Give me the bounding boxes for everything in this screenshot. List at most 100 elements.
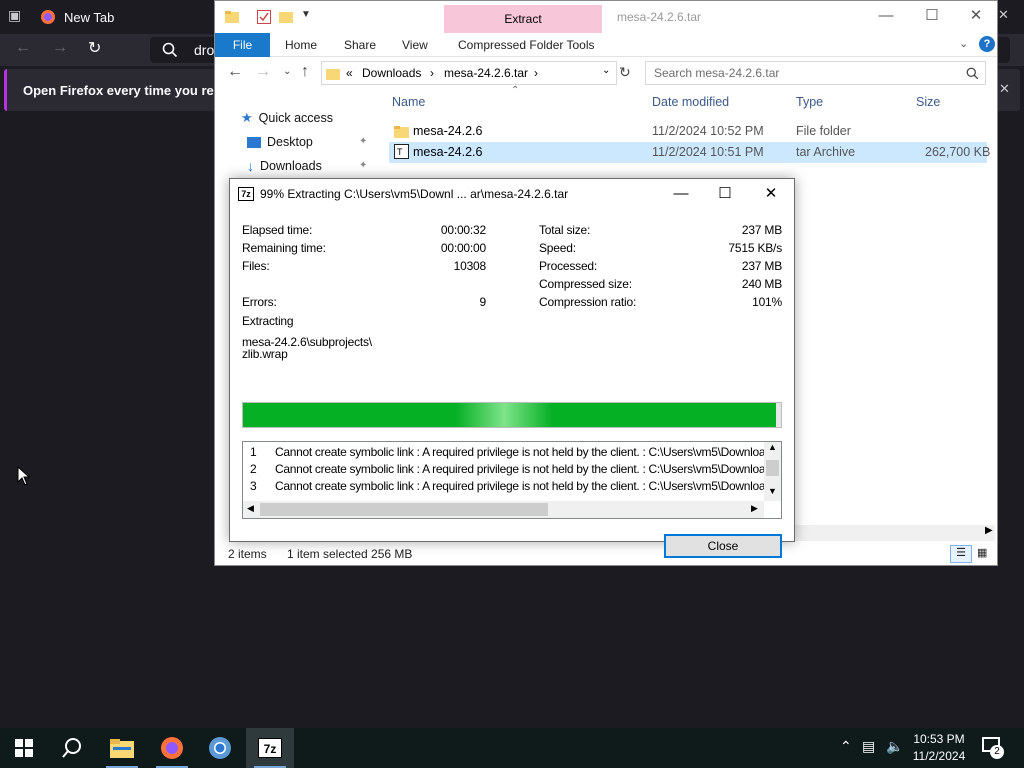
- file-list-horizontal-scrollbar[interactable]: ▶: [795, 525, 995, 541]
- error-log-list[interactable]: 1 Cannot create symbolic link : A requir…: [242, 441, 782, 519]
- back-arrow-icon[interactable]: ←: [15, 39, 31, 57]
- column-size[interactable]: Size: [916, 95, 940, 109]
- recent-locations-chevron-icon[interactable]: ⌄: [283, 66, 291, 77]
- tab-home[interactable]: Home: [285, 33, 317, 57]
- search-input[interactable]: Search mesa-24.2.6.tar: [645, 61, 986, 85]
- reload-icon[interactable]: ↻: [88, 38, 101, 58]
- processed-value: 237 MB: [741, 259, 782, 273]
- forward-arrow-icon[interactable]: →: [255, 63, 271, 81]
- properties-checkmark-icon[interactable]: [257, 10, 271, 24]
- status-item-count: 2 items: [228, 547, 267, 561]
- close-button[interactable]: ✕: [748, 179, 794, 209]
- show-hidden-icons-chevron-icon[interactable]: ⌃: [840, 738, 852, 755]
- breadcrumb-separator-icon: ›: [534, 66, 538, 80]
- scroll-thumb[interactable]: [766, 460, 779, 476]
- forward-arrow-icon[interactable]: →: [52, 39, 68, 57]
- scroll-right-arrow-icon[interactable]: ▶: [985, 525, 993, 536]
- file-date: 11/2/2024 10:51 PM: [652, 145, 764, 159]
- up-arrow-icon[interactable]: ↑: [301, 63, 309, 81]
- search-placeholder: Search mesa-24.2.6.tar: [654, 66, 780, 80]
- volume-muted-icon[interactable]: 🔈: [886, 738, 903, 755]
- remaining-time-value: 00:00:00: [440, 241, 486, 255]
- mouse-cursor-icon: [17, 466, 31, 486]
- breadcrumb-archive[interactable]: mesa-24.2.6.tar: [444, 66, 528, 80]
- start-button[interactable]: [0, 728, 48, 768]
- firefox-logo-icon: [41, 10, 55, 24]
- files-label: Files:: [242, 259, 270, 273]
- close-dialog-button[interactable]: Close: [664, 534, 782, 558]
- close-button[interactable]: ✕: [953, 1, 999, 31]
- minimize-button[interactable]: —: [863, 1, 909, 31]
- maximize-button[interactable]: ☐: [909, 1, 955, 31]
- notice-close-icon[interactable]: ✕: [999, 81, 1010, 97]
- minimize-button[interactable]: —: [658, 179, 704, 209]
- pin-icon[interactable]: ✦: [359, 155, 367, 177]
- pin-icon[interactable]: ✦: [359, 131, 367, 153]
- breadcrumb-overflow[interactable]: «: [346, 66, 353, 80]
- taskbar-chromium[interactable]: [196, 728, 244, 768]
- 7zip-icon: 7z: [258, 738, 282, 758]
- column-date-modified[interactable]: Date modified: [652, 95, 729, 109]
- tab-compressed-folder-tools[interactable]: Compressed Folder Tools: [458, 33, 595, 57]
- explorer-title-bar: ▼ Extract mesa-24.2.6.tar — ☐ ✕: [215, 1, 997, 33]
- folder-icon: [326, 69, 340, 80]
- nav-quick-access[interactable]: ★ Quick access: [241, 107, 333, 129]
- elapsed-time-label: Elapsed time:: [242, 223, 313, 237]
- scroll-right-arrow-icon[interactable]: ▶: [751, 503, 758, 514]
- taskbar-file-explorer[interactable]: [98, 728, 146, 768]
- extraction-progress-bar: [242, 402, 782, 428]
- log-vertical-scrollbar[interactable]: ▲ ▼: [764, 442, 781, 501]
- nav-desktop[interactable]: Desktop ✦: [247, 131, 367, 153]
- address-dropdown-icon[interactable]: ⌄: [602, 65, 610, 76]
- column-type[interactable]: Type: [796, 95, 823, 109]
- nav-downloads[interactable]: ↓ Downloads ✦: [247, 155, 367, 177]
- scroll-thumb[interactable]: [260, 503, 548, 516]
- total-size-value: 237 MB: [741, 223, 782, 237]
- help-icon[interactable]: ?: [979, 36, 995, 52]
- current-file-name: zlib.wrap: [242, 347, 288, 361]
- action-label: Extracting: [242, 314, 294, 328]
- new-folder-icon[interactable]: [279, 10, 293, 24]
- tab-file[interactable]: File: [215, 33, 270, 57]
- tab-share[interactable]: Share: [344, 33, 376, 57]
- windows-start-icon: [15, 739, 33, 757]
- maximize-button[interactable]: ☐: [702, 179, 748, 209]
- compressed-size-value: 240 MB: [741, 277, 782, 291]
- dialog-title-bar: 7z 99% Extracting C:\Users\vm5\Downl ...…: [230, 179, 794, 209]
- firefox-tab[interactable]: New Tab: [34, 3, 214, 31]
- file-row[interactable]: mesa-24.2.6 11/2/2024 10:52 PM File fold…: [389, 121, 987, 142]
- tab-view[interactable]: View: [402, 33, 428, 57]
- details-view-icon[interactable]: ☰: [950, 545, 972, 563]
- ribbon-contextual-extract[interactable]: Extract: [444, 5, 602, 33]
- windows-taskbar: 7z ⌃ ▤ 🔈 10:53 PM 11/2/2024 2: [0, 728, 1024, 768]
- large-icons-view-icon[interactable]: ▦: [977, 546, 987, 559]
- taskbar-firefox[interactable]: [148, 728, 196, 768]
- scroll-up-arrow-icon[interactable]: ▲: [768, 442, 777, 452]
- back-arrow-icon[interactable]: ←: [227, 63, 243, 81]
- breadcrumb-downloads[interactable]: Downloads: [362, 66, 421, 80]
- ribbon-expand-chevron-icon[interactable]: ⌄: [959, 37, 968, 50]
- 7zip-icon: 7z: [238, 187, 254, 201]
- address-bar[interactable]: « Downloads › mesa-24.2.6.tar › ⌄: [321, 61, 617, 85]
- taskbar-7zip[interactable]: 7z: [246, 728, 294, 768]
- errors-value: 9: [479, 295, 487, 309]
- log-horizontal-scrollbar[interactable]: ◀ ▶: [243, 501, 764, 518]
- taskbar-search-button[interactable]: [48, 728, 96, 768]
- tab-overview-icon[interactable]: ▣: [8, 7, 21, 24]
- scroll-down-arrow-icon[interactable]: ▼: [768, 486, 777, 496]
- log-row-message: Cannot create symbolic link : A required…: [275, 479, 782, 493]
- network-icon[interactable]: ▤: [862, 738, 875, 755]
- file-explorer-icon: [110, 739, 134, 758]
- firefox-close-icon[interactable]: ✕: [998, 7, 1009, 23]
- column-name[interactable]: Name: [392, 95, 425, 109]
- processed-label: Processed:: [539, 259, 598, 273]
- scroll-left-arrow-icon[interactable]: ◀: [247, 503, 254, 514]
- quick-access-dropdown-icon[interactable]: ▼: [301, 9, 311, 20]
- explorer-ribbon-tabs: File Home Share View Compressed Folder T…: [215, 33, 997, 57]
- taskbar-clock[interactable]: 10:53 PM 11/2/2024: [906, 731, 972, 765]
- action-center-button[interactable]: 2: [980, 736, 1008, 760]
- file-row-selected[interactable]: T mesa-24.2.6 11/2/2024 10:51 PM tar Arc…: [389, 142, 990, 163]
- compression-ratio-value: 101%: [752, 295, 782, 309]
- file-date: 11/2/2024 10:52 PM: [652, 124, 764, 138]
- refresh-icon[interactable]: ↻: [619, 64, 631, 81]
